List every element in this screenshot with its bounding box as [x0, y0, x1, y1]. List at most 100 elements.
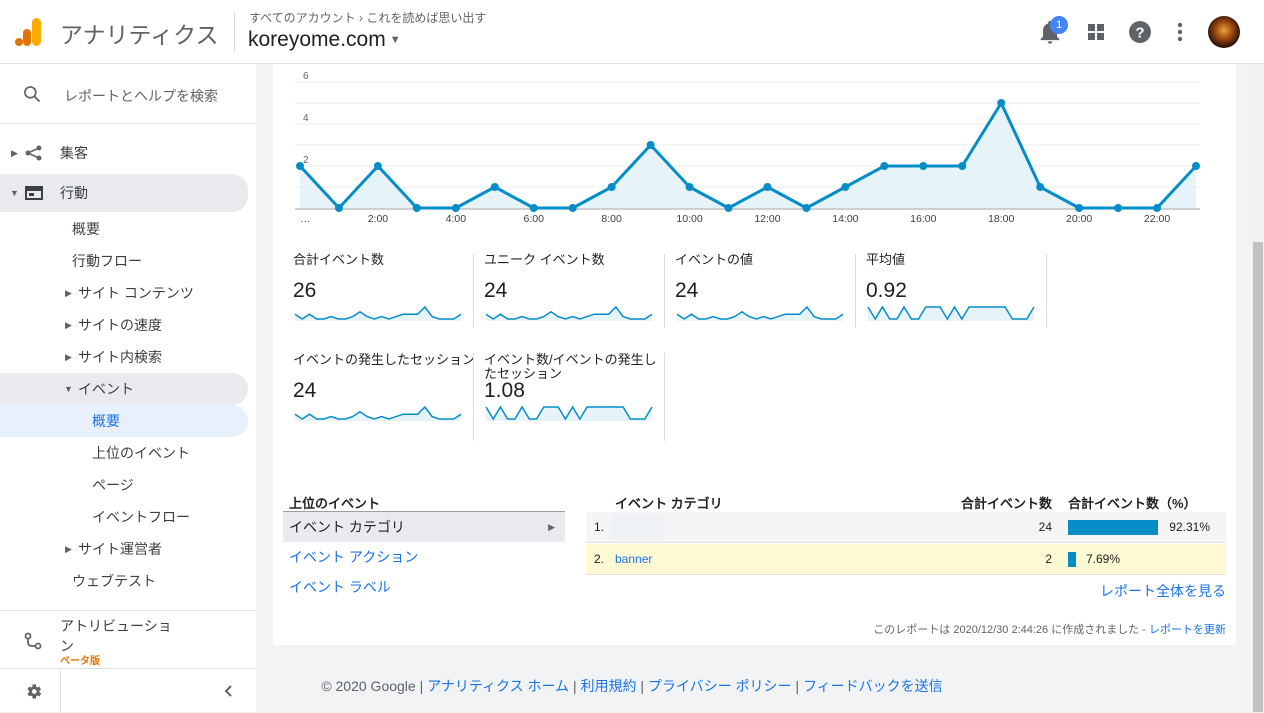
events-line-chart[interactable]: 6 4 2 … 2:00 4:00 6:00 8:00 10:00 12:00 14:00 16:00…: [295, 72, 1200, 232]
dimension-event-action[interactable]: イベント アクション: [283, 542, 565, 572]
data-point: [880, 162, 889, 170]
breadcrumb-separator: ›: [359, 11, 364, 25]
column-header-percent[interactable]: 合計イベント数（%）: [1068, 493, 1197, 512]
data-point: [334, 204, 343, 212]
metric-average-value[interactable]: 平均値 0.92: [866, 253, 1048, 331]
sidebar-item-behavior-overview[interactable]: 概要: [0, 213, 248, 245]
expand-arrow-icon: ▶: [65, 352, 72, 362]
sidebar-item-acquisition[interactable]: ▶ 集客: [0, 137, 248, 169]
data-point: [685, 183, 694, 191]
copyright: © 2020 Google: [321, 678, 416, 694]
data-point: [1075, 204, 1084, 212]
view-full-report-link[interactable]: レポート全体を見る: [1060, 581, 1226, 601]
column-header-total[interactable]: 合計イベント数: [938, 493, 1052, 512]
sidebar-item-label: 上位のイベント: [92, 445, 190, 461]
scrollbar-thumb[interactable]: [1253, 242, 1263, 712]
data-point: [296, 162, 304, 170]
sidebar-item-site-content[interactable]: ▶ サイト コンテンツ: [0, 277, 248, 309]
table-row[interactable]: 2. banner 2 7.69%: [586, 544, 1226, 575]
notification-badge[interactable]: 1: [1050, 16, 1068, 34]
metric-divider: [664, 353, 665, 441]
footer-link-analytics-home[interactable]: アナリティクス ホーム: [427, 678, 569, 694]
sidebar-item-label: アトリビューション: [60, 618, 172, 654]
avatar[interactable]: [1208, 16, 1240, 48]
series-area: [300, 103, 1196, 208]
sidebar-item-label: ページ: [92, 477, 134, 493]
metric-total-events[interactable]: 合計イベント数 26: [293, 253, 475, 331]
sidebar-item-attribution[interactable]: アトリビューション: [0, 612, 256, 666]
table-row[interactable]: 1. 24 92.31%: [586, 512, 1226, 543]
row-total: 2: [1045, 552, 1052, 566]
more-vert-icon[interactable]: [1166, 18, 1194, 46]
sidebar-item-events-flow[interactable]: イベントフロー: [0, 501, 248, 533]
sidebar-item-label: 集客: [60, 145, 88, 161]
search-placeholder: レポートとヘルプを検索: [64, 88, 218, 104]
x-tick-label: 6:00: [524, 213, 545, 225]
row-category-link[interactable]: banner: [615, 544, 652, 575]
metric-value: 0.92: [866, 279, 907, 302]
footer-link-feedback[interactable]: フィードバックを送信: [803, 678, 943, 694]
expand-arrow-icon: ▶: [65, 320, 72, 330]
percent-bar: [1068, 520, 1158, 535]
sidebar-item-label: イベントフロー: [92, 509, 190, 525]
footer-link-terms[interactable]: 利用規約: [580, 678, 636, 694]
metric-unique-events[interactable]: ユニーク イベント数 24: [484, 253, 666, 331]
search-icon: [24, 86, 41, 103]
data-point: [1192, 162, 1200, 170]
metric-sparkline: [294, 405, 462, 421]
acquisition-icon: [25, 145, 42, 161]
sidebar-item-behavior[interactable]: ▼ 行動: [0, 174, 248, 212]
attribution-icon: [24, 632, 42, 650]
top-events-title: 上位のイベント: [289, 496, 381, 511]
metric-events-per-session[interactable]: イベント数/イベントの発生したセッション 1.08: [484, 353, 666, 431]
apps-grid-icon[interactable]: [1082, 18, 1110, 46]
data-point: [997, 99, 1006, 107]
sidebar-item-site-speed[interactable]: ▶ サイトの速度: [0, 309, 248, 341]
sidebar-divider: [0, 610, 256, 611]
property-selector[interactable]: koreyome.com ▼: [248, 28, 401, 52]
x-tick-label: 22:00: [1144, 213, 1170, 225]
sidebar-item-label: サイト コンテンツ: [78, 285, 194, 301]
breadcrumb[interactable]: すべてのアカウント › これを読めば思い出す: [249, 9, 486, 26]
beta-badge: ベータ版: [60, 656, 100, 667]
percent-bar: [1068, 552, 1076, 567]
x-tick-label: 18:00: [988, 213, 1014, 225]
expand-arrow-icon: ▶: [11, 148, 18, 158]
data-point: [841, 183, 850, 191]
redacted-category: [612, 515, 664, 539]
help-icon[interactable]: ?: [1126, 18, 1154, 46]
collapse-arrow-icon: ▼: [10, 188, 19, 198]
sidebar-item-experiments[interactable]: ウェブテスト: [0, 565, 248, 597]
y-tick-label: 4: [303, 113, 309, 124]
footer-link-privacy[interactable]: プライバシー ポリシー: [648, 678, 792, 694]
dimension-event-label[interactable]: イベント ラベル: [283, 572, 565, 602]
x-tick-label: …: [300, 213, 311, 225]
data-point: [607, 183, 616, 191]
metric-sessions-with-event[interactable]: イベントの発生したセッション 24: [293, 353, 475, 431]
breadcrumb-account[interactable]: これを読めば思い出す: [366, 11, 486, 25]
column-header-category[interactable]: イベント カテゴリ: [615, 493, 723, 512]
metric-event-value[interactable]: イベントの値 24: [675, 253, 857, 331]
metric-value: 26: [293, 279, 317, 302]
metric-sparkline: [676, 305, 844, 321]
page-scrollbar[interactable]: [1252, 64, 1264, 712]
analytics-logo-icon[interactable]: [14, 16, 42, 48]
top-header: アナリティクス すべてのアカウント › これを読めば思い出す koreyome.…: [0, 0, 1264, 64]
metric-divider: [473, 353, 474, 441]
x-tick-label: 2:00: [368, 213, 389, 225]
sidebar-item-events-overview[interactable]: 概要: [0, 405, 248, 437]
sidebar-item-site-search[interactable]: ▶ サイト内検索: [0, 341, 248, 373]
row-percent: 92.31%: [1169, 520, 1210, 534]
sidebar-item-label: サイト運営者: [78, 541, 162, 557]
metric-sparkline: [485, 305, 653, 321]
sidebar-item-behavior-flow[interactable]: 行動フロー: [0, 245, 248, 277]
dimension-event-category[interactable]: イベント カテゴリ ▶: [283, 512, 565, 542]
chevron-right-icon: ▶: [548, 522, 555, 532]
sidebar-item-top-events[interactable]: 上位のイベント: [0, 437, 248, 469]
refresh-report-link[interactable]: レポートを更新: [1149, 624, 1226, 636]
sidebar-search[interactable]: レポートとヘルプを検索: [0, 64, 256, 124]
sidebar-item-publisher[interactable]: ▶ サイト運営者: [0, 533, 248, 565]
breadcrumb-all-accounts[interactable]: すべてのアカウント: [249, 11, 356, 25]
sidebar-item-pages[interactable]: ページ: [0, 469, 248, 501]
sidebar-item-events[interactable]: ▼ イベント: [0, 373, 248, 405]
